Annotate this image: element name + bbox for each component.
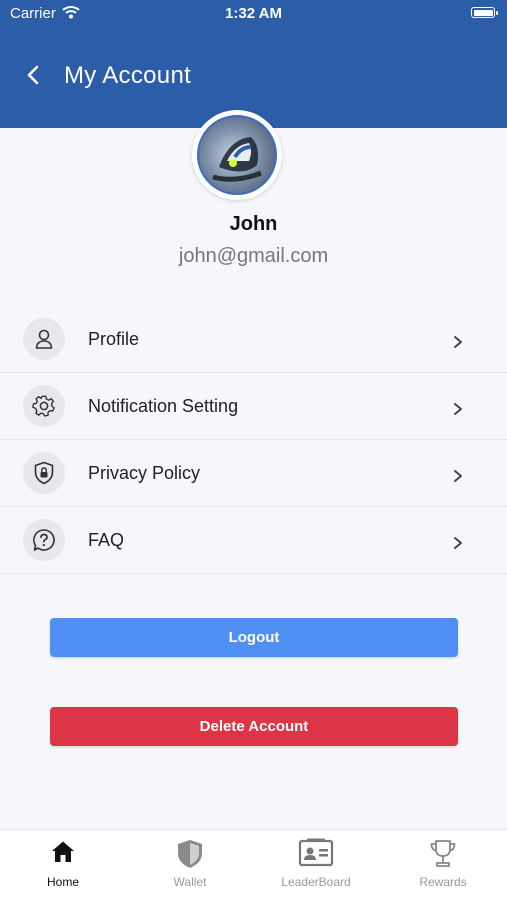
account-menu: Profile Notification Setting Privacy Pol… bbox=[0, 306, 507, 574]
page-title: My Account bbox=[64, 62, 192, 89]
gear-icon bbox=[23, 385, 65, 427]
logout-button[interactable]: Logout bbox=[50, 618, 458, 657]
menu-item-label: FAQ bbox=[88, 530, 125, 550]
tab-label: Wallet bbox=[173, 875, 207, 889]
battery-icon bbox=[471, 7, 498, 18]
app-header: Carrier 1:32 AM My Account bbox=[0, 0, 507, 128]
avatar[interactable] bbox=[192, 110, 282, 200]
tab-wallet[interactable]: Wallet bbox=[127, 830, 253, 901]
person-icon bbox=[23, 318, 65, 360]
menu-item-privacy-policy[interactable]: Privacy Policy bbox=[0, 440, 507, 507]
question-bubble-icon bbox=[23, 519, 65, 561]
tab-label: LeaderBoard bbox=[281, 875, 351, 889]
user-email: john@gmail.com bbox=[178, 245, 329, 267]
menu-item-label: Profile bbox=[88, 329, 140, 349]
back-button[interactable] bbox=[22, 62, 44, 88]
chevron-right-icon bbox=[454, 403, 462, 415]
trophy-icon bbox=[380, 838, 506, 870]
tab-label: Home bbox=[46, 875, 79, 889]
shield-lock-icon bbox=[23, 452, 65, 494]
status-time: 1:32 AM bbox=[225, 5, 282, 22]
menu-item-notification-setting[interactable]: Notification Setting bbox=[0, 373, 507, 440]
status-bar: Carrier 1:32 AM bbox=[0, 0, 507, 28]
tab-home[interactable]: Home bbox=[0, 830, 126, 901]
menu-item-label: Privacy Policy bbox=[88, 463, 201, 483]
user-name: John bbox=[229, 213, 278, 235]
tab-label: Rewards bbox=[419, 875, 467, 889]
menu-item-faq[interactable]: FAQ bbox=[0, 507, 507, 574]
chevron-right-icon bbox=[454, 470, 462, 482]
menu-item-label: Notification Setting bbox=[88, 396, 239, 416]
home-icon bbox=[0, 838, 126, 870]
id-card-icon bbox=[253, 838, 379, 870]
chevron-right-icon bbox=[454, 336, 462, 348]
tab-leaderboard[interactable]: LeaderBoard bbox=[253, 830, 379, 901]
motorcycle-photo-icon bbox=[212, 137, 262, 182]
menu-item-profile[interactable]: Profile bbox=[0, 306, 507, 373]
delete-account-button[interactable]: Delete Account bbox=[50, 707, 458, 746]
shield-icon bbox=[127, 838, 253, 870]
bottom-tab-bar: Home Wallet LeaderBoard Rewards bbox=[0, 829, 507, 901]
avatar-photo bbox=[197, 115, 277, 195]
tab-rewards[interactable]: Rewards bbox=[380, 830, 506, 901]
chevron-right-icon bbox=[454, 537, 462, 549]
